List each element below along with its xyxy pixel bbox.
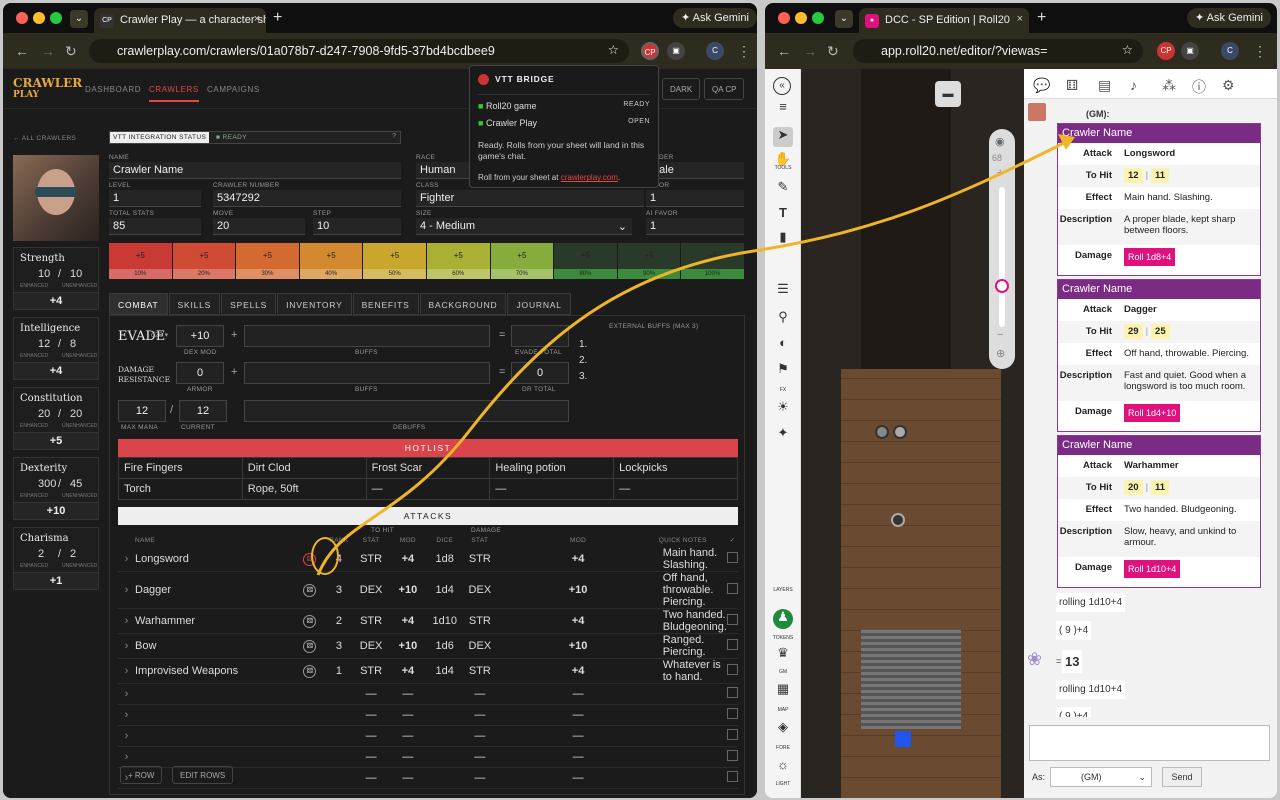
arrow-head bbox=[1058, 134, 1075, 150]
arrow-path bbox=[316, 138, 1071, 576]
arrow-annotation bbox=[316, 134, 1075, 576]
